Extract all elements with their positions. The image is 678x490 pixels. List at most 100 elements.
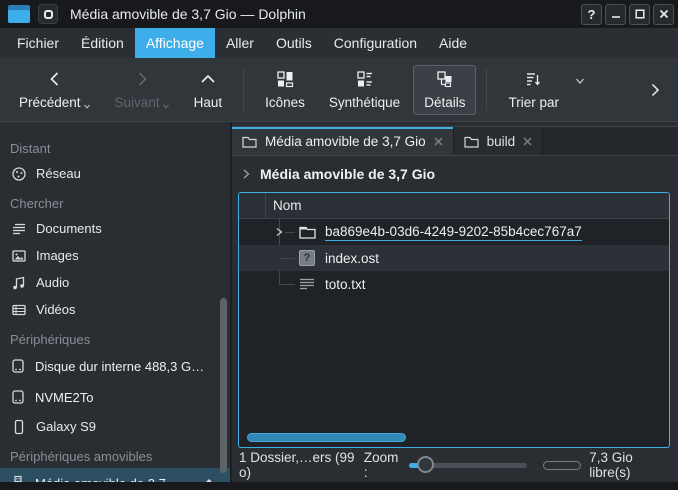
sidebar-item-label: NVME2To [35,390,94,405]
menu-fichier[interactable]: Fichier [6,28,70,58]
chevron-right-icon[interactable] [240,168,252,180]
tree-guide-tick [279,284,295,285]
menu-affichage[interactable]: Affichage [135,28,215,58]
network-icon [10,166,27,182]
file-name[interactable]: ba869e4b-03d6-4249-9202-85b4cec767a7 [325,224,582,241]
close-button[interactable] [653,4,674,25]
section-peripheriques-amovibles: Périphériques amovibles [10,444,230,468]
expand-chevron-icon[interactable] [269,227,289,237]
column-header-nom[interactable]: Nom [266,198,302,213]
file-row-index-ost[interactable]: ? index.ost [239,245,669,271]
minimize-button[interactable] [605,4,626,25]
file-name[interactable]: index.ost [325,251,379,266]
scrollbar-thumb[interactable] [247,433,406,442]
icons-view-label: Icônes [265,95,305,110]
sidebar-item-audio[interactable]: Audio [10,269,230,296]
file-rows: ba869e4b-03d6-4249-9202-85b4cec767a7 ? i… [239,219,669,297]
titlebar[interactable]: Média amovible de 3,7 Gio — Dolphin ? [0,0,678,28]
sidebar-item-label: Audio [36,275,69,290]
zoom-label: Zoom : [364,450,401,480]
sidebar-scrollbar[interactable] [220,298,227,473]
sidebar-item-galaxy-s9[interactable]: Galaxy S9 [10,413,230,440]
question-glyph: ? [304,252,311,264]
toolbar: Précédent Suivant Haut Icônes [0,58,678,122]
tree-guide-tick [279,258,295,259]
file-view[interactable]: Nom ba869e4b-03d6-4249-9202-85b4cec767a7… [238,192,670,448]
window-title: Média amovible de 3,7 Gio — Dolphin [70,6,306,22]
section-distant: Distant [10,136,230,160]
back-button[interactable]: Précédent [8,65,102,115]
tab-close-icon[interactable] [523,137,532,146]
breadcrumb-location[interactable]: Média amovible de 3,7 Gio [260,166,435,182]
music-note-icon [10,275,27,291]
tab-label: build [487,134,516,149]
eject-button[interactable] [202,476,216,482]
details-view-label: Détails [424,95,465,110]
image-icon [10,248,27,264]
sort-by-label: Trier par [508,95,559,110]
folder-icon [297,225,317,239]
sidebar-item-reseau[interactable]: Réseau [10,160,230,187]
help-glyph: ? [588,7,596,22]
close-icon [659,9,669,19]
tab-close-icon[interactable] [434,137,443,146]
sidebar-item-disque-dur-interne[interactable]: Disque dur interne 488,3 G… [10,351,230,382]
sidebar-item-images[interactable]: Images [10,242,230,269]
menu-outils[interactable]: Outils [265,28,323,58]
details-view-icon [436,70,454,88]
tab-build[interactable]: build [454,127,544,155]
menu-edition[interactable]: Édition [70,28,135,58]
forward-label: Suivant [115,95,160,110]
forward-button[interactable]: Suivant [104,65,181,115]
menu-configuration[interactable]: Configuration [323,28,428,58]
file-row-folder[interactable]: ba869e4b-03d6-4249-9202-85b4cec767a7 [239,219,669,245]
help-button[interactable]: ? [581,4,602,25]
horizontal-scrollbar[interactable] [245,433,663,442]
toolbar-overflow-button[interactable] [640,75,670,105]
column-header-spacer [239,193,266,218]
zoom-slider[interactable] [409,456,527,474]
window-controls: ? [581,4,674,25]
chevron-down-icon [162,102,170,110]
sidebar-item-documents[interactable]: Documents [10,215,230,242]
tabbar-empty-space [543,127,678,155]
file-row-toto-txt[interactable]: toto.txt [239,271,669,297]
tab-media-amovible[interactable]: Média amovible de 3,7 Gio [232,127,454,155]
statusbar: 1 Dossier,…ers (99 o) Zoom : 7,3 Gio lib… [232,448,678,482]
ring-icon [44,10,53,19]
menu-aller[interactable]: Aller [215,28,265,58]
sort-by-button[interactable]: Trier par [497,65,570,115]
icons-view-button[interactable]: Icônes [254,65,316,115]
sidebar-item-media-amovible[interactable]: Média amovible de 3,7 … [0,468,230,482]
sidebar-item-videos[interactable]: Vidéos [10,296,230,323]
section-chercher: Chercher [10,191,230,215]
sidebar-item-label: Images [36,248,79,263]
compact-view-icon [356,70,374,88]
places-panel: Distant Réseau Chercher Documents Images… [0,122,232,482]
chevron-left-icon [46,70,64,88]
slider-handle[interactable] [417,456,434,473]
folder-icon [242,135,257,148]
sidebar-item-label: Disque dur interne 488,3 G… [35,359,204,374]
film-icon [10,302,27,318]
sidebar-item-nvme2to[interactable]: NVME2To [10,382,230,413]
sidebar-item-label: Galaxy S9 [36,419,96,434]
column-header-row: Nom [239,193,669,219]
compact-view-button[interactable]: Synthétique [318,65,411,115]
chevron-down-icon [83,102,91,110]
menu-aide[interactable]: Aide [428,28,478,58]
sidebar-item-label: Média amovible de 3,7 … [35,476,182,483]
app-badge-button[interactable] [38,4,58,24]
compact-view-label: Synthétique [329,95,400,110]
sidebar-item-label: Réseau [36,166,81,181]
up-button[interactable]: Haut [183,65,234,115]
phone-icon [10,419,27,435]
items-summary: 1 Dossier,…ers (99 o) [239,450,356,480]
chevron-down-icon[interactable] [574,75,586,87]
details-view-button[interactable]: Détails [413,65,476,115]
text-file-icon [297,277,317,291]
minimize-icon [611,9,621,19]
maximize-button[interactable] [629,4,650,25]
file-name[interactable]: toto.txt [325,277,366,292]
toolbar-separator [243,69,244,111]
